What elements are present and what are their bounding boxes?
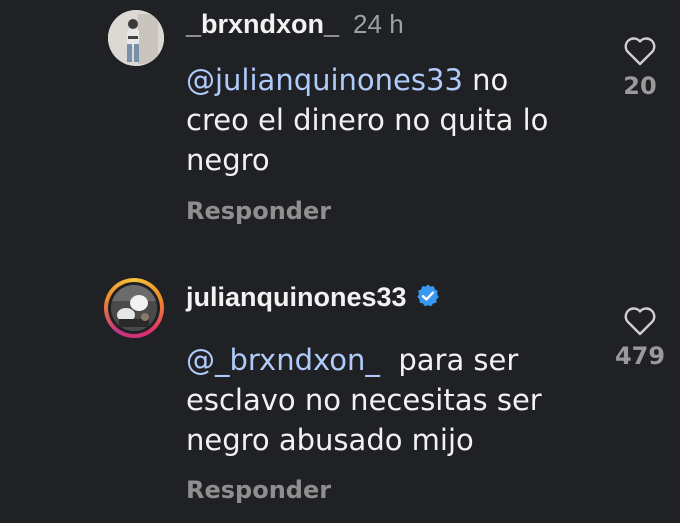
reply-button[interactable]: Responder (186, 476, 331, 504)
comment-item: julianquinones33 @_brxndxon_ para ser es… (0, 262, 680, 523)
timestamp: 24 h (353, 9, 404, 39)
comment-item: _brxndxon_ 24 h @julianquinones33 no creo… (0, 0, 680, 260)
reply-button[interactable]: Responder (186, 197, 331, 225)
like-count: 479 (614, 342, 666, 370)
avatar-photo (108, 10, 164, 66)
avatar-photo (111, 285, 157, 331)
mention-link[interactable]: @_brxndxon_ (186, 343, 380, 377)
avatar-image (111, 285, 157, 331)
username[interactable]: julianquinones33 (186, 282, 407, 312)
mention-link[interactable]: @julianquinones33 (186, 63, 463, 97)
like-count: 20 (623, 72, 657, 100)
comment-header: julianquinones33 (186, 282, 441, 316)
heart-outline-icon[interactable] (623, 36, 657, 66)
like-control: 20 (605, 36, 675, 100)
avatar-story-ring (108, 282, 160, 334)
avatar[interactable] (108, 10, 164, 66)
comment-text: @julianquinones33 no creo el dinero no q… (186, 60, 566, 180)
username[interactable]: _brxndxon_ (186, 9, 339, 39)
verified-badge-icon (415, 283, 441, 316)
comment-header: _brxndxon_ 24 h (186, 9, 404, 40)
like-control: 479 (605, 306, 675, 370)
comment-text: @_brxndxon_ para ser esclavo no necesita… (186, 340, 606, 460)
heart-outline-icon[interactable] (623, 306, 657, 336)
avatar[interactable] (104, 278, 164, 338)
